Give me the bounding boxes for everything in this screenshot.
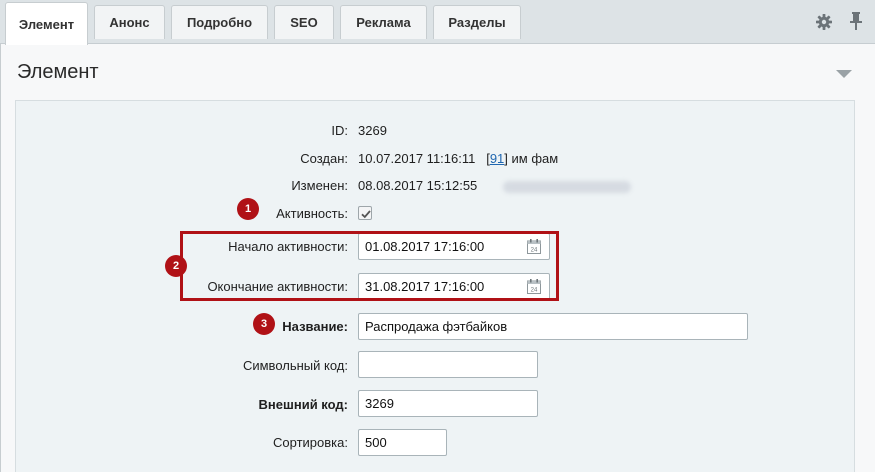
sort-label: Сортировка:	[273, 435, 348, 450]
tab-bar: Элемент Анонс Подробно SEO Реклама Разде…	[0, 0, 875, 45]
tab-advertising[interactable]: Реклама	[340, 5, 427, 39]
sort-value: 500	[365, 435, 387, 450]
created-label: Создан:	[300, 151, 348, 166]
active-checkbox[interactable]	[358, 206, 372, 220]
marker-3: 3	[253, 313, 275, 335]
section-title: Элемент	[17, 61, 99, 83]
gear-icon[interactable]	[815, 13, 833, 31]
tab-details[interactable]: Подробно	[171, 5, 268, 39]
created-user-link[interactable]: 91	[490, 151, 504, 166]
id-value: 3269	[358, 123, 387, 138]
created-date: 10.07.2017 11:16:11	[358, 151, 476, 166]
code-input[interactable]	[358, 351, 538, 378]
activity-period-highlight	[180, 231, 559, 301]
marker-1: 1	[237, 198, 259, 220]
active-label: Активность:	[276, 206, 348, 221]
created-user-name: им фам	[511, 151, 559, 166]
tab-label: Элемент	[18, 16, 75, 32]
tab-label: Реклама	[356, 15, 411, 30]
tab-label: Анонс	[109, 15, 150, 30]
name-value: Распродажа фэтбайков	[365, 319, 508, 334]
name-label: Название:	[282, 319, 348, 334]
name-input[interactable]: Распродажа фэтбайков	[358, 313, 748, 340]
tab-announce[interactable]: Анонс	[94, 5, 165, 39]
modified-date: 08.08.2017 15:12:55	[358, 178, 478, 193]
xml-id-label: Внешний код:	[258, 397, 348, 412]
xml-id-input[interactable]: 3269	[358, 390, 538, 417]
tab-sections[interactable]: Разделы	[433, 5, 521, 39]
id-label: ID:	[331, 123, 348, 138]
modified-user-redacted	[502, 180, 631, 193]
sort-input[interactable]: 500	[358, 429, 447, 456]
modified-value: 08.08.2017 15:12:55	[358, 178, 631, 193]
modified-label: Изменен:	[291, 178, 348, 193]
code-label: Символьный код:	[242, 358, 348, 373]
tab-label: SEO	[290, 15, 318, 30]
tab-label: Разделы	[448, 15, 506, 30]
tab-label: Подробно	[186, 15, 253, 30]
marker-2: 2	[165, 255, 187, 277]
xml-id-value: 3269	[365, 396, 394, 411]
tab-seo[interactable]: SEO	[274, 5, 334, 39]
triangle-down-icon[interactable]	[836, 70, 852, 78]
created-value: 10.07.2017 11:16:11 [91] им фам	[358, 151, 559, 166]
pin-icon[interactable]	[848, 11, 864, 31]
tab-element[interactable]: Элемент	[5, 2, 88, 45]
